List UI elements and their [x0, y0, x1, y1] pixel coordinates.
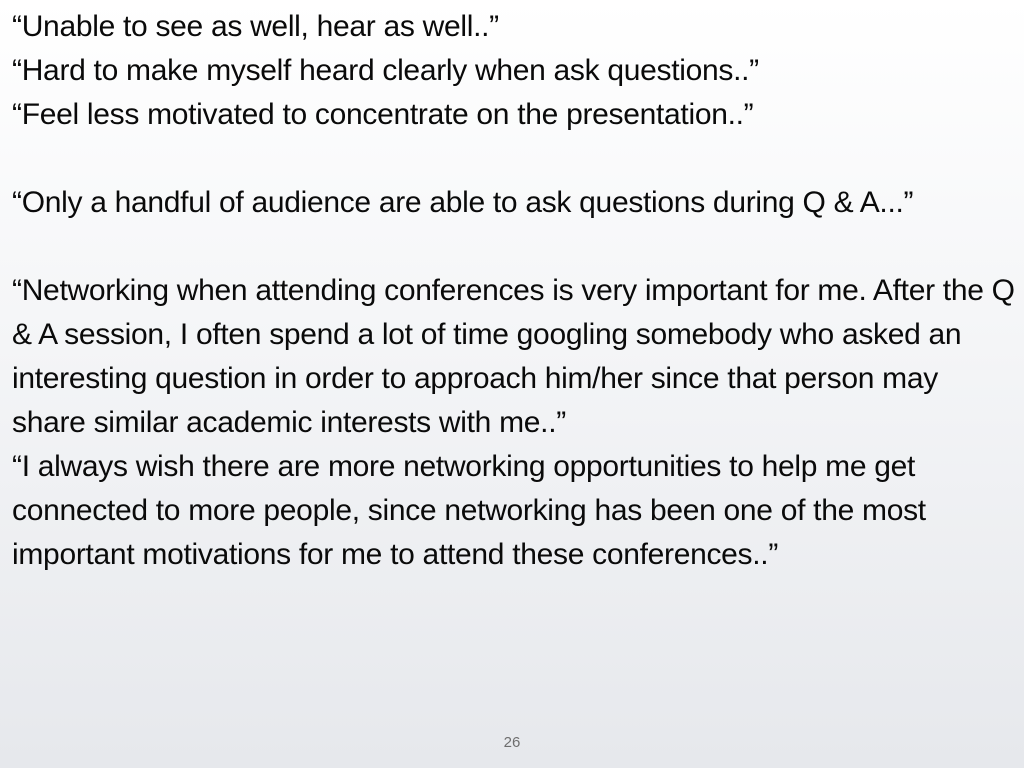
quote-handful-audience: “Only a handful of audience are able to … [12, 186, 914, 219]
quote-motivation: “Feel less motivated to concentrate on t… [12, 98, 754, 131]
quote-see-hear: “Unable to see as well, hear as well..” [12, 10, 499, 43]
quote-networking-opportunities: “I always wish there are more networking… [12, 450, 926, 571]
slide-body: “Unable to see as well, hear as well..” … [12, 5, 1016, 577]
quote-heard-clearly: “Hard to make myself heard clearly when … [12, 54, 759, 87]
slide-number: 26 [503, 734, 521, 751]
quote-networking-important: “Networking when attending conferences i… [12, 274, 1015, 439]
